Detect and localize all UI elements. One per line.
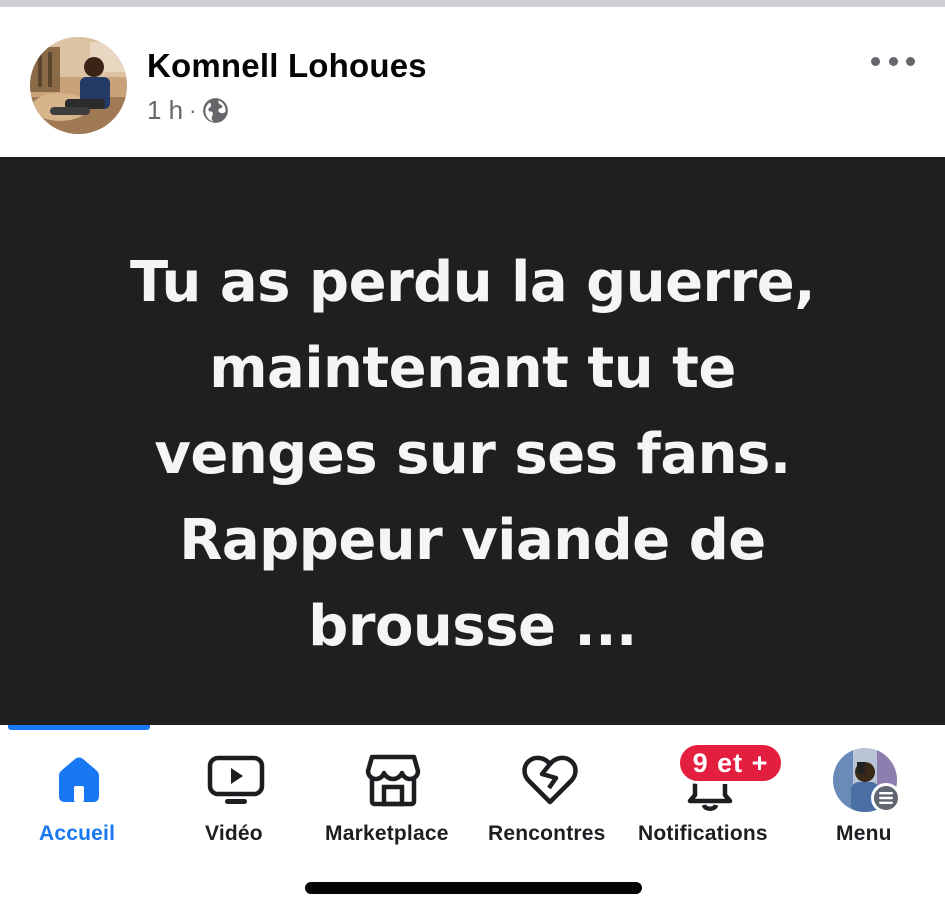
tab-label: Rencontres bbox=[488, 822, 606, 845]
home-icon bbox=[49, 750, 109, 810]
post-text-line: brousse ... bbox=[308, 594, 637, 659]
tab-rencontres[interactable]: Rencontres bbox=[484, 730, 618, 860]
more-dot bbox=[871, 56, 880, 66]
tab-label: Marketplace bbox=[325, 822, 449, 845]
more-options-button[interactable] bbox=[871, 49, 915, 73]
post-text-line: Tu as perdu la guerre, bbox=[129, 250, 816, 315]
menu-lines-icon bbox=[871, 783, 901, 813]
top-strip bbox=[0, 0, 945, 7]
tab-label: Accueil bbox=[39, 822, 116, 845]
marketplace-icon bbox=[363, 750, 423, 810]
video-icon bbox=[206, 750, 266, 810]
tab-label: Notifications bbox=[638, 822, 768, 845]
post-text-line: venges sur ses fans. bbox=[154, 422, 791, 487]
more-dot bbox=[888, 56, 898, 66]
post-header: Komnell Lohoues 1 h · bbox=[0, 7, 945, 157]
post-text-line: Rappeur viande de bbox=[179, 508, 766, 573]
home-indicator[interactable] bbox=[305, 882, 642, 894]
tab-label: Menu bbox=[836, 822, 892, 845]
meta-separator: · bbox=[189, 97, 197, 123]
author-name[interactable]: Komnell Lohoues bbox=[147, 47, 427, 85]
post-meta: 1 h · bbox=[147, 95, 229, 126]
more-dot bbox=[906, 56, 915, 66]
post-text-background[interactable]: Tu as perdu la guerre, maintenant tu te … bbox=[0, 157, 945, 725]
author-avatar[interactable] bbox=[30, 37, 127, 134]
globe-icon[interactable] bbox=[202, 97, 229, 124]
tab-marketplace[interactable]: Marketplace bbox=[320, 730, 470, 860]
tab-video[interactable]: Vidéo bbox=[170, 730, 302, 860]
bottom-navigation: Accueil Vidéo Marketplace Rencontres Not… bbox=[0, 730, 945, 860]
tab-label: Vidéo bbox=[205, 822, 263, 845]
post-time[interactable]: 1 h bbox=[147, 95, 183, 126]
post-text: Tu as perdu la guerre, maintenant tu te … bbox=[43, 212, 903, 670]
heart-icon bbox=[520, 750, 580, 810]
post-text-line: maintenant tu te bbox=[209, 336, 736, 401]
tab-accueil[interactable]: Accueil bbox=[8, 730, 150, 860]
notifications-badge: 9 et + bbox=[677, 742, 784, 784]
